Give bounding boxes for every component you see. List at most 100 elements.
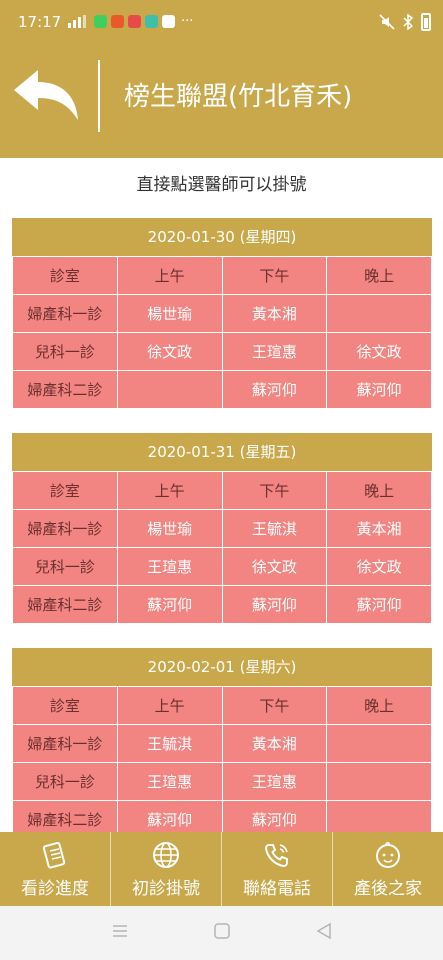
nav-contact-button[interactable]: 聯絡電話 xyxy=(222,832,333,906)
doctor-slot[interactable]: 黃本湘 xyxy=(221,294,328,333)
room-name: 婦產科一診 xyxy=(12,294,118,333)
doctor-slot[interactable]: 王瑄惠 xyxy=(116,547,223,586)
bottom-nav: 看診進度 初診掛號 聯絡電話 產後之家 xyxy=(0,832,443,906)
app-header: 榜生聯盟(竹北育禾) xyxy=(0,44,443,158)
nav-label: 看診進度 xyxy=(21,878,89,899)
doctor-slot[interactable]: 徐文政 xyxy=(326,547,432,586)
globe-icon xyxy=(153,841,179,868)
back-button[interactable] xyxy=(12,66,84,124)
column-header-afternoon: 下午 xyxy=(221,686,328,725)
doctor-slot[interactable]: 黃本湘 xyxy=(221,724,328,763)
schedule-list[interactable]: 2020-01-30 (星期四) 診室 上午 下午 晚上 婦產科一診 楊世瑜 黃… xyxy=(0,218,443,832)
column-header-morning: 上午 xyxy=(116,471,223,510)
table-row: 婦產科一診 王毓淇 黃本湘 xyxy=(12,724,432,763)
column-header-room: 診室 xyxy=(12,256,118,295)
nav-label: 聯絡電話 xyxy=(243,878,311,899)
room-name: 兒科一診 xyxy=(12,332,118,371)
table-header-row: 診室 上午 下午 晚上 xyxy=(12,471,432,510)
battery-icon xyxy=(421,13,431,31)
clipboard-icon xyxy=(42,841,66,869)
doctor-slot[interactable]: 楊世瑜 xyxy=(116,294,223,333)
column-header-evening: 晚上 xyxy=(326,471,432,510)
doctor-slot[interactable]: 蘇河仰 xyxy=(221,585,328,624)
table-row: 婦產科二診 蘇河仰 蘇河仰 xyxy=(12,800,432,832)
doctor-slot[interactable]: 蘇河仰 xyxy=(326,370,432,409)
system-nav-bar xyxy=(0,906,443,960)
signal-icon xyxy=(68,15,86,28)
doctor-slot[interactable]: 黃本湘 xyxy=(326,509,432,548)
day-date-header: 2020-02-01 (星期六) xyxy=(12,648,432,686)
table-row: 婦產科二診 蘇河仰 蘇河仰 xyxy=(12,370,432,409)
recent-apps-button[interactable] xyxy=(111,923,129,943)
table-row: 婦產科一診 楊世瑜 王毓淇 黃本湘 xyxy=(12,509,432,548)
day-date-header: 2020-01-30 (星期四) xyxy=(12,218,432,256)
room-name: 婦產科二診 xyxy=(12,800,118,832)
back-arrow-icon xyxy=(14,70,78,120)
table-row: 兒科一診 徐文政 王瑄惠 徐文政 xyxy=(12,332,432,371)
doctor-slot[interactable]: 王毓淇 xyxy=(116,724,223,763)
doctor-slot[interactable]: 蘇河仰 xyxy=(326,585,432,624)
table-header-row: 診室 上午 下午 晚上 xyxy=(12,686,432,725)
day-schedule: 2020-02-01 (星期六) 診室 上午 下午 晚上 婦產科一診 王毓淇 黃… xyxy=(12,648,432,832)
baby-icon xyxy=(376,841,400,868)
column-header-evening: 晚上 xyxy=(326,256,432,295)
column-header-morning: 上午 xyxy=(116,686,223,725)
more-notifications-icon: ··· xyxy=(181,14,194,29)
phone-icon xyxy=(264,843,288,867)
schedule-table: 診室 上午 下午 晚上 婦產科一診 王毓淇 黃本湘 兒科一診 王瑄惠 王瑄惠 婦… xyxy=(12,686,432,832)
room-name: 兒科一診 xyxy=(12,762,118,801)
column-header-room: 診室 xyxy=(12,471,118,510)
nav-first-visit-button[interactable]: 初診掛號 xyxy=(111,832,222,906)
doctor-slot[interactable]: 徐文政 xyxy=(116,332,223,371)
bluetooth-icon xyxy=(403,14,413,30)
nav-progress-button[interactable]: 看診進度 xyxy=(0,832,111,906)
doctor-slot[interactable]: 徐文政 xyxy=(221,547,328,586)
page-title: 榜生聯盟(竹北育禾) xyxy=(124,82,353,112)
doctor-slot xyxy=(116,370,223,409)
status-time: 17:17 xyxy=(18,13,62,31)
gmail-icon xyxy=(162,15,175,28)
table-row: 婦產科一診 楊世瑜 黃本湘 xyxy=(12,294,432,333)
schedule-table: 診室 上午 下午 晚上 婦產科一診 楊世瑜 黃本湘 兒科一診 徐文政 王瑄惠 徐… xyxy=(12,256,432,409)
doctor-slot[interactable]: 王毓淇 xyxy=(221,509,328,548)
system-back-button[interactable] xyxy=(315,922,333,944)
doctor-slot xyxy=(326,800,432,832)
header-divider xyxy=(98,60,100,132)
doctor-slot[interactable]: 蘇河仰 xyxy=(116,800,223,832)
doctor-slot[interactable]: 楊世瑜 xyxy=(116,509,223,548)
doctor-slot[interactable]: 蘇河仰 xyxy=(221,370,328,409)
nav-postpartum-button[interactable]: 產後之家 xyxy=(333,832,443,906)
doctor-slot xyxy=(326,762,432,801)
schedule-table: 診室 上午 下午 晚上 婦產科一診 楊世瑜 王毓淇 黃本湘 兒科一診 王瑄惠 徐… xyxy=(12,471,432,624)
day-schedule: 2020-01-31 (星期五) 診室 上午 下午 晚上 婦產科一診 楊世瑜 王… xyxy=(12,433,432,624)
instruction-text: 直接點選醫師可以掛號 xyxy=(136,175,307,195)
doctor-slot xyxy=(326,294,432,333)
doctor-slot[interactable]: 王瑄惠 xyxy=(116,762,223,801)
table-row: 兒科一診 王瑄惠 王瑄惠 xyxy=(12,762,432,801)
nav-label: 產後之家 xyxy=(354,878,422,899)
room-name: 婦產科一診 xyxy=(12,509,118,548)
room-name: 婦產科一診 xyxy=(12,724,118,763)
doctor-slot[interactable]: 王瑄惠 xyxy=(221,332,328,371)
app-icon xyxy=(128,15,141,28)
doctor-slot xyxy=(326,724,432,763)
doctor-slot[interactable]: 蘇河仰 xyxy=(116,585,223,624)
day-date-header: 2020-01-31 (星期五) xyxy=(12,433,432,471)
room-name: 婦產科二診 xyxy=(12,370,118,409)
doctor-slot[interactable]: 王瑄惠 xyxy=(221,762,328,801)
home-square-icon xyxy=(213,923,230,939)
home-button[interactable] xyxy=(213,922,231,944)
doctor-slot[interactable]: 徐文政 xyxy=(326,332,432,371)
table-header-row: 診室 上午 下午 晚上 xyxy=(12,256,432,295)
day-schedule: 2020-01-30 (星期四) 診室 上午 下午 晚上 婦產科一診 楊世瑜 黃… xyxy=(12,218,432,409)
doctor-slot[interactable]: 蘇河仰 xyxy=(221,800,328,832)
table-row: 兒科一診 王瑄惠 徐文政 徐文政 xyxy=(12,547,432,586)
nav-label: 初診掛號 xyxy=(132,878,200,899)
column-header-evening: 晚上 xyxy=(326,686,432,725)
column-header-morning: 上午 xyxy=(116,256,223,295)
table-row: 婦產科二診 蘇河仰 蘇河仰 蘇河仰 xyxy=(12,585,432,624)
column-header-afternoon: 下午 xyxy=(221,471,328,510)
mute-icon xyxy=(379,14,395,30)
column-header-room: 診室 xyxy=(12,686,118,725)
status-bar: 17:17 ··· xyxy=(0,0,443,44)
